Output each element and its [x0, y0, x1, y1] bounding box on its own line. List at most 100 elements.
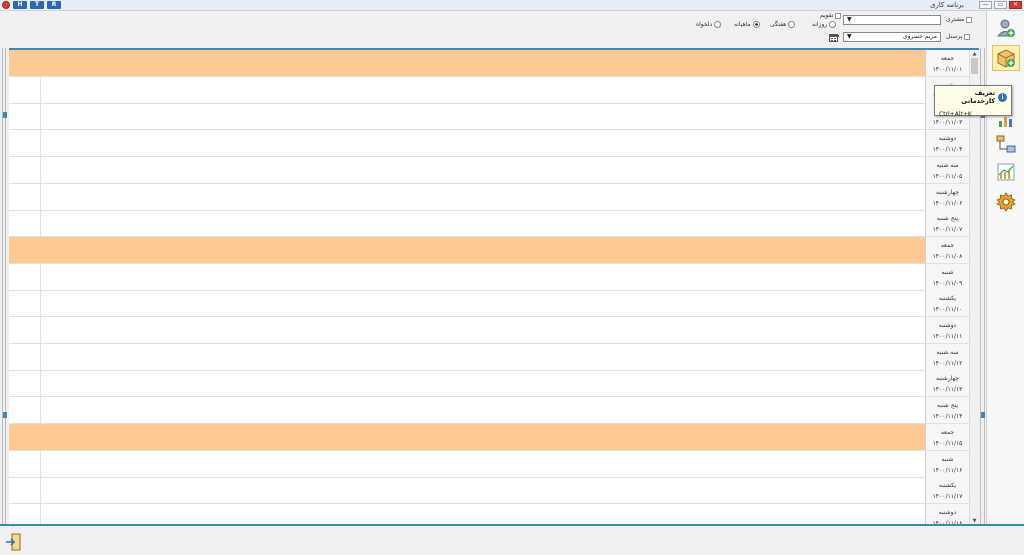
column-divider: [40, 130, 41, 157]
column-divider: [40, 503, 41, 524]
view-monthly-radio[interactable]: [752, 21, 760, 28]
schedule-row[interactable]: یکشنبه ۱۴۰۰/۱۱/۱۰: [9, 290, 969, 318]
schedule-cell[interactable]: [9, 451, 925, 477]
exit-button[interactable]: [4, 532, 24, 552]
right-splitter[interactable]: [980, 48, 985, 524]
splitter-grip[interactable]: [981, 412, 985, 418]
schedule-cell[interactable]: [9, 184, 925, 210]
schedule-cell[interactable]: [9, 423, 925, 450]
view-weekly-radio[interactable]: [788, 21, 796, 28]
schedule-cell[interactable]: [9, 477, 925, 503]
schedule-row[interactable]: شنبه ۱۴۰۰/۱۱/۰۹: [9, 263, 969, 291]
vertical-scrollbar[interactable]: ▲ ▼: [969, 50, 979, 524]
schedule-row[interactable]: پنج شنبه ۱۴۰۰/۱۱/۱۴: [9, 397, 969, 425]
day-name: شنبه: [941, 455, 954, 463]
app-icon: [2, 1, 10, 9]
view-weekly-option[interactable]: هفتگی: [770, 21, 796, 28]
schedule-grid: جمعه۱۴۰۰/۱۱/۰۱شنبه۱۴۰۰/۱۱/۰۲یکشنبه۱۴۰۰/۱…: [9, 48, 979, 524]
view-monthly-label: ماهیانه: [734, 21, 751, 28]
hierarchy-button[interactable]: [992, 131, 1020, 157]
maximize-button[interactable]: ▭: [994, 1, 1007, 9]
schedule-row[interactable]: پنج شنبه ۱۴۰۰/۱۱/۰۷: [9, 210, 969, 238]
tooltip-title: تعریف کارخدماتی: [961, 89, 996, 105]
schedule-cell[interactable]: [9, 103, 925, 129]
view-weekly-label: هفتگی: [770, 21, 787, 28]
schedule-row[interactable]: جمعه ۱۴۰۰/۱۱/۱۵: [9, 423, 969, 451]
day-name: جمعه: [940, 428, 955, 436]
day-date: ۱۴۰۰/۱۱/۱۳: [932, 386, 963, 394]
schedule-cell[interactable]: [9, 317, 925, 343]
day-date: ۱۴۰۰/۱۱/۰۷: [932, 226, 963, 234]
schedule-cell[interactable]: [9, 77, 925, 103]
schedule-cell[interactable]: [9, 290, 925, 316]
schedule-cell[interactable]: [9, 157, 925, 183]
schedule-row[interactable]: چهارشنبه ۱۴۰۰/۱۱/۱۳: [9, 370, 969, 398]
add-user-button[interactable]: [992, 15, 1020, 41]
column-divider: [40, 343, 41, 370]
day-date: ۱۴۰۰/۱۱/۱۰: [932, 306, 963, 314]
schedule-row[interactable]: یکشنبه ۱۴۰۰/۱۱/۱۷: [9, 477, 969, 505]
window-title: برنامه کاری: [930, 1, 964, 9]
splitter-grip[interactable]: [3, 112, 7, 118]
calendar-checkbox[interactable]: [835, 12, 842, 19]
schedule-row[interactable]: سه شنبه ۱۴۰۰/۱۱/۰۵: [9, 156, 969, 184]
view-monthly-option[interactable]: ماهیانه: [734, 21, 760, 28]
schedule-row[interactable]: شنبه ۱۴۰۰/۱۱/۱۶: [9, 450, 969, 478]
schedule-cell[interactable]: [9, 344, 925, 370]
day-name: چهارشنبه: [935, 375, 960, 383]
view-custom-option[interactable]: دلخواه: [696, 21, 722, 28]
calendar-label-group: تقویم: [820, 12, 842, 19]
schedule-cell[interactable]: [9, 210, 925, 236]
settings-button[interactable]: [992, 189, 1020, 215]
schedule-cell[interactable]: [9, 50, 925, 76]
day-header: جمعه ۱۴۰۰/۱۱/۰۱: [925, 50, 969, 76]
add-service-button[interactable]: [992, 45, 1020, 71]
scroll-up-icon[interactable]: ▲: [971, 51, 978, 57]
schedule-row[interactable]: دوشنبه ۱۴۰۰/۱۱/۱۸: [9, 503, 969, 524]
schedule-cell[interactable]: [9, 264, 925, 290]
schedule-row[interactable]: سه شنبه ۱۴۰۰/۱۱/۱۲: [9, 343, 969, 371]
personnel-combobox[interactable]: ▼ مریم خسروی: [843, 32, 941, 42]
schedule-row[interactable]: جمعه ۱۴۰۰/۱۱/۰۱: [9, 50, 969, 77]
key-t-button[interactable]: T: [30, 1, 44, 9]
column-divider: [40, 210, 41, 237]
left-splitter[interactable]: [2, 48, 7, 524]
column-divider: [40, 76, 41, 103]
personnel-filter[interactable]: پرسنل: [946, 33, 971, 40]
chevron-down-icon: ▼: [847, 33, 852, 40]
column-divider: [40, 450, 41, 477]
schedule-row[interactable]: چهارشنبه ۱۴۰۰/۱۱/۰۶: [9, 183, 969, 211]
schedule-row[interactable]: یکشنبه۱۴۰۰/۱۱/۰۳: [9, 103, 969, 131]
schedule-row[interactable]: جمعه ۱۴۰۰/۱۱/۰۸: [9, 236, 969, 264]
schedule-row[interactable]: دوشنبه ۱۴۰۰/۱۱/۰۴: [9, 130, 969, 158]
customer-combobox[interactable]: ▼: [843, 15, 941, 25]
calendar-icon[interactable]: [829, 34, 839, 42]
trend-chart-button[interactable]: [992, 159, 1020, 185]
view-daily-radio[interactable]: [829, 21, 837, 28]
exit-door-icon: [6, 533, 21, 551]
scrollbar-thumb[interactable]: [971, 58, 978, 74]
customer-filter[interactable]: مشتری: [946, 16, 973, 23]
schedule-row[interactable]: شنبه۱۴۰۰/۱۱/۰۲: [9, 76, 969, 104]
schedule-cell[interactable]: [9, 130, 925, 156]
tooltip: تعریف کارخدماتی i Ctrl+Alt+K: [934, 85, 1012, 118]
bottom-bar: [0, 524, 1024, 555]
personnel-checkbox[interactable]: [964, 33, 971, 40]
schedule-cell[interactable]: [9, 236, 925, 263]
splitter-grip[interactable]: [3, 412, 7, 418]
view-custom-radio[interactable]: [714, 21, 722, 28]
key-h-button[interactable]: H: [13, 1, 27, 9]
close-button[interactable]: ✕: [1009, 1, 1022, 9]
column-divider: [40, 317, 41, 343]
customer-checkbox[interactable]: [966, 16, 973, 23]
column-divider: [40, 156, 41, 183]
view-daily-option[interactable]: روزانه: [812, 21, 837, 28]
schedule-cell[interactable]: [9, 397, 925, 423]
minimize-button[interactable]: —: [979, 1, 992, 9]
day-date: ۱۴۰۰/۱۱/۱۴: [932, 413, 963, 421]
day-date: ۱۴۰۰/۱۱/۱۶: [932, 466, 963, 474]
schedule-cell[interactable]: [9, 504, 925, 524]
schedule-cell[interactable]: [9, 370, 925, 396]
schedule-row[interactable]: دوشنبه ۱۴۰۰/۱۱/۱۱: [9, 317, 969, 344]
key-r-button[interactable]: R: [47, 1, 61, 9]
